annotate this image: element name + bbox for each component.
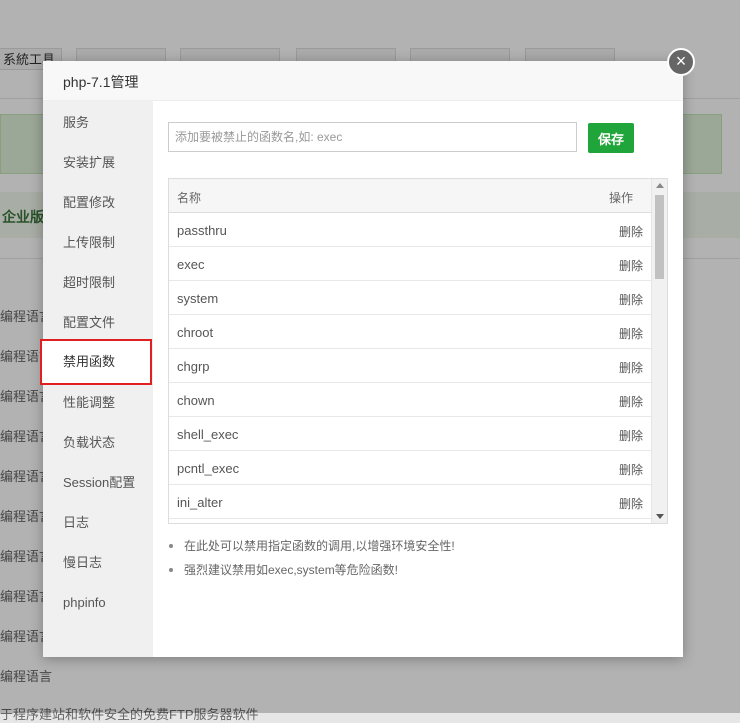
sidebar-item-extensions[interactable]: 安装扩展 — [43, 143, 153, 183]
table-row: chgrp 删除 — [169, 349, 651, 383]
function-name: chroot — [177, 325, 214, 340]
table-row: ini_alter 删除 — [169, 485, 651, 519]
function-name: chown — [177, 393, 215, 408]
column-header-name: 名称 — [177, 191, 202, 205]
table-row: chroot 删除 — [169, 315, 651, 349]
function-name-input[interactable] — [168, 122, 577, 152]
delete-link[interactable]: 删除 — [619, 427, 643, 444]
table-row: shell_exec 删除 — [169, 417, 651, 451]
save-button[interactable]: 保存 — [588, 123, 634, 153]
delete-link[interactable]: 删除 — [619, 257, 643, 274]
tip-text: 强烈建议禁用如exec,system等危险函数! — [184, 563, 399, 577]
tip-item: 在此处可以禁用指定函数的调用,以增强环境安全性! — [169, 538, 455, 562]
dialog-title: php-7.1管理 — [63, 74, 139, 90]
function-name: shell_exec — [177, 427, 239, 442]
table-row: chown 删除 — [169, 383, 651, 417]
table-row: passthru 删除 — [169, 213, 651, 247]
sidebar-item-performance[interactable]: 性能调整 — [43, 383, 153, 423]
delete-link[interactable]: 删除 — [619, 325, 643, 342]
function-name: passthru — [177, 223, 227, 238]
sidebar-item-load-status[interactable]: 负载状态 — [43, 423, 153, 463]
scroll-down-arrow-icon[interactable] — [656, 514, 664, 519]
function-name: chgrp — [177, 359, 210, 374]
table-row: exec 删除 — [169, 247, 651, 281]
delete-link[interactable]: 删除 — [619, 495, 643, 512]
function-name: exec — [177, 257, 205, 272]
main-panel: 保存 名称 操作 passthru 删除 exec 删除 system 删除 chro… — [153, 101, 683, 657]
dialog-header: php-7.1管理 — [43, 61, 683, 101]
tip-text: 在此处可以禁用指定函数的调用,以增强环境安全性! — [184, 539, 455, 553]
scroll-up-arrow-icon[interactable] — [656, 183, 664, 188]
table-row: system 删除 — [169, 281, 651, 315]
bullet-icon — [169, 544, 173, 548]
tip-item: 强烈建议禁用如exec,system等危险函数! — [169, 562, 455, 586]
sidebar-item-slow-log[interactable]: 慢日志 — [43, 543, 153, 583]
sidebar-item-timeout[interactable]: 超时限制 — [43, 263, 153, 303]
tips-list: 在此处可以禁用指定函数的调用,以增强环境安全性! 强烈建议禁用如exec,sys… — [169, 538, 455, 586]
sidebar-item-phpinfo[interactable]: phpinfo — [43, 583, 153, 623]
delete-link[interactable]: 删除 — [619, 359, 643, 376]
scrollbar-thumb[interactable] — [655, 195, 664, 279]
delete-link[interactable]: 删除 — [619, 291, 643, 308]
sidebar-item-upload-limit[interactable]: 上传限制 — [43, 223, 153, 263]
sidebar-item-log[interactable]: 日志 — [43, 503, 153, 543]
php-manage-dialog: php-7.1管理 服务 安装扩展 配置修改 上传限制 超时限制 配置文件 禁用… — [40, 61, 683, 657]
disabled-functions-table: 名称 操作 passthru 删除 exec 删除 system 删除 chroot 删… — [168, 178, 668, 524]
delete-link[interactable]: 删除 — [619, 223, 643, 240]
column-header-op: 操作 — [608, 191, 633, 205]
sidebar-item-session[interactable]: Session配置 — [43, 463, 153, 503]
sidebar-item-config-edit[interactable]: 配置修改 — [43, 183, 153, 223]
bullet-icon — [169, 568, 173, 572]
function-name: system — [177, 291, 219, 306]
table-header: 名称 操作 — [169, 179, 651, 213]
sidebar-item-service[interactable]: 服务 — [43, 103, 153, 143]
delete-link[interactable]: 删除 — [619, 393, 643, 410]
function-name: ini_alter — [177, 495, 223, 510]
delete-link[interactable]: 删除 — [619, 461, 643, 478]
sidebar-item-config-file[interactable]: 配置文件 — [43, 303, 153, 343]
function-name: pcntl_exec — [177, 461, 240, 476]
sidebar: 服务 安装扩展 配置修改 上传限制 超时限制 配置文件 禁用函数 性能调整 负载… — [40, 101, 153, 657]
sidebar-item-disabled-functions[interactable]: 禁用函数 — [40, 339, 152, 385]
table-row: pcntl_exec 删除 — [169, 451, 651, 485]
table-scrollbar[interactable] — [651, 179, 667, 523]
close-icon[interactable]: × — [667, 48, 695, 76]
